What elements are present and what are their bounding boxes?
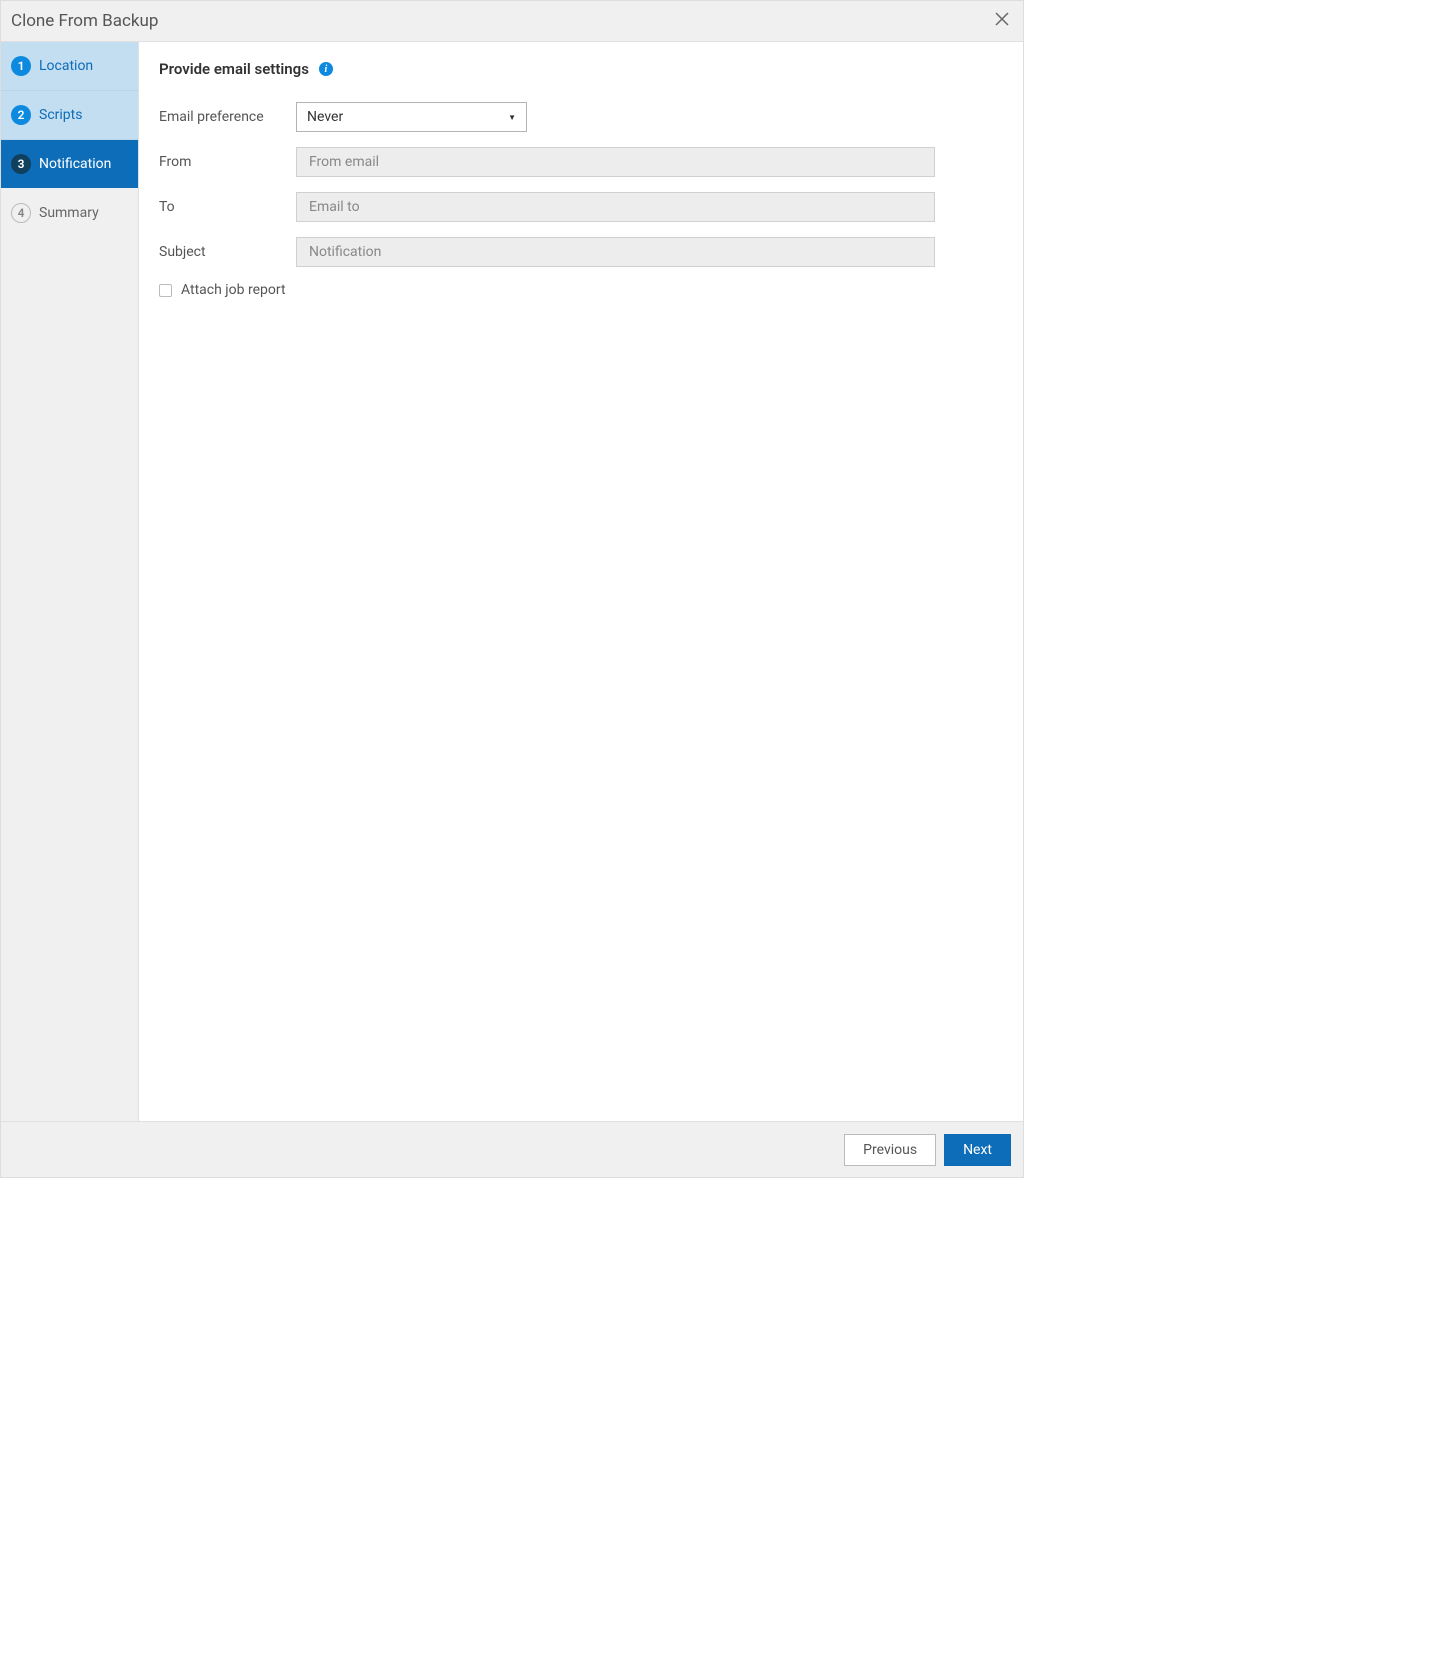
wizard-step-notification[interactable]: 3 Notification [1,140,138,189]
modal-footer: Previous Next [1,1121,1023,1177]
clone-from-backup-modal: Clone From Backup 1 Location 2 Scripts 3… [0,0,1024,1178]
to-label: To [159,199,296,215]
content-header: Provide email settings i [159,60,1003,78]
attach-job-report-row: Attach job report [159,282,1003,298]
close-icon [995,12,1009,26]
email-preference-label: Email preference [159,109,296,125]
wizard-step-summary[interactable]: 4 Summary [1,189,138,238]
from-input[interactable] [296,147,935,177]
wizard-step-location[interactable]: 1 Location [1,42,138,91]
modal-header: Clone From Backup [1,1,1023,42]
step-label: Scripts [39,107,82,123]
from-label: From [159,154,296,170]
attach-job-report-label[interactable]: Attach job report [181,282,286,298]
step-label: Summary [39,205,99,221]
from-row: From [159,147,1003,177]
subject-input[interactable] [296,237,935,267]
close-button[interactable] [991,8,1013,34]
step-number-badge: 3 [11,154,31,174]
step-label: Notification [39,156,111,172]
subject-label: Subject [159,244,296,260]
select-value: Never [307,109,343,125]
wizard-nav: 1 Location 2 Scripts 3 Notification 4 Su… [1,42,139,1121]
to-input[interactable] [296,192,935,222]
to-row: To [159,192,1003,222]
next-button[interactable]: Next [944,1134,1011,1166]
subject-row: Subject [159,237,1003,267]
chevron-down-icon: ▼ [508,113,516,122]
previous-button[interactable]: Previous [844,1134,936,1166]
email-preference-row: Email preference Never ▼ [159,102,1003,132]
content-panel: Provide email settings i Email preferenc… [139,42,1023,1121]
modal-title: Clone From Backup [11,11,158,31]
modal-body: 1 Location 2 Scripts 3 Notification 4 Su… [1,42,1023,1121]
email-preference-select[interactable]: Never ▼ [296,102,527,132]
step-label: Location [39,58,93,74]
wizard-step-scripts[interactable]: 2 Scripts [1,91,138,140]
attach-job-report-checkbox[interactable] [159,284,172,297]
info-icon[interactable]: i [319,62,333,76]
step-number-badge: 2 [11,105,31,125]
step-number-badge: 1 [11,56,31,76]
step-number-badge: 4 [11,203,31,223]
page-title: Provide email settings [159,60,309,78]
